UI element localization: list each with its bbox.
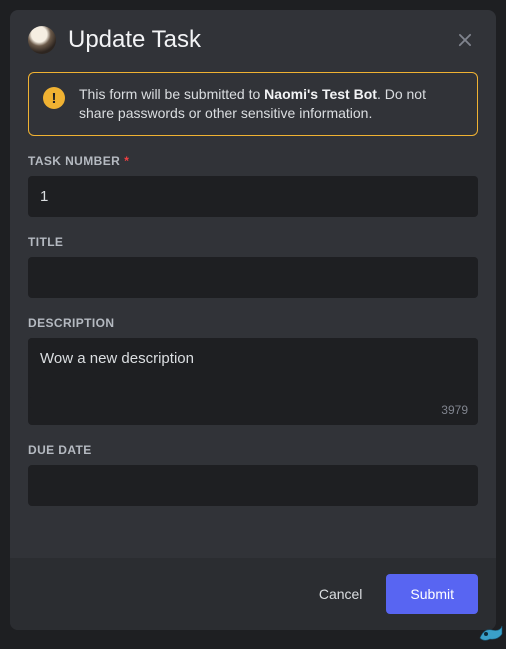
description-input[interactable] [28, 338, 478, 398]
modal-footer: Cancel Submit [10, 558, 496, 630]
close-icon [454, 29, 476, 51]
warning-bot-name: Naomi's Test Bot [264, 86, 377, 102]
task-number-label: TASK NUMBER * [28, 154, 478, 168]
title-input[interactable] [28, 257, 478, 298]
description-label: DESCRIPTION [28, 316, 478, 330]
description-wrap: 3979 [28, 338, 478, 425]
due-date-input[interactable] [28, 465, 478, 506]
warning-text: This form will be submitted to Naomi's T… [79, 85, 463, 123]
due-date-label: DUE DATE [28, 443, 478, 457]
required-indicator: * [124, 154, 129, 168]
title-label: TITLE [28, 235, 478, 249]
update-task-modal: Update Task ! This form will be submitte… [10, 10, 496, 630]
close-button[interactable] [452, 27, 478, 53]
task-number-input[interactable] [28, 176, 478, 217]
form-body: TASK NUMBER * TITLE DESCRIPTION 3979 DUE… [10, 136, 496, 558]
warning-icon: ! [43, 87, 65, 109]
field-task-number: TASK NUMBER * [28, 154, 478, 217]
submit-button[interactable]: Submit [386, 574, 478, 614]
warning-prefix: This form will be submitted to [79, 86, 264, 102]
cancel-button[interactable]: Cancel [315, 578, 367, 610]
warning-banner: ! This form will be submitted to Naomi's… [28, 72, 478, 136]
corner-avatar-icon [476, 624, 504, 644]
field-description: DESCRIPTION 3979 [28, 316, 478, 425]
field-title: TITLE [28, 235, 478, 298]
bot-avatar [28, 26, 56, 54]
modal-title: Update Task [68, 26, 440, 54]
modal-header: Update Task [10, 10, 496, 64]
description-char-count: 3979 [28, 403, 478, 419]
field-due-date: DUE DATE [28, 443, 478, 506]
